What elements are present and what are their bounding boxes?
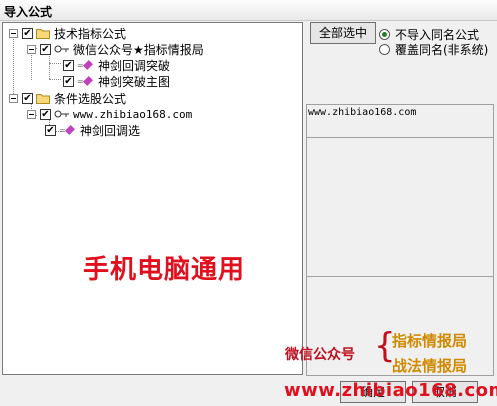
- formula-icon: =: [59, 125, 75, 135]
- svg-text:=: =: [77, 77, 84, 86]
- tree-item-formula[interactable]: ✔ = 神剑突破主图: [63, 73, 170, 89]
- tree-item-tech-formulas[interactable]: ✔ 技术指标公式: [9, 25, 126, 41]
- promo-line-1: 指标情报局: [392, 332, 468, 350]
- info-text: www.zhibiao168.com: [308, 107, 417, 118]
- radio-icon[interactable]: [379, 43, 390, 55]
- option-overwrite-same-name[interactable]: 覆盖同名(非系统): [379, 42, 489, 57]
- tree-item-label: 神剑突破主图: [98, 74, 171, 89]
- wechat-label: 微信公众号: [285, 347, 355, 363]
- formula-icon: =: [77, 60, 93, 70]
- tree-item-label: 神剑回调选: [80, 123, 141, 138]
- tree-checkbox[interactable]: ✔: [40, 108, 51, 120]
- folder-icon: [36, 93, 50, 104]
- formula-tree[interactable]: ✔ 技术指标公式 ✔ 微信公众号★指标情报局 ✔ = 神剑回调突破 ✔ = 神剑…: [2, 22, 303, 375]
- tree-item-wechat-source[interactable]: ✔ 微信公众号★指标情报局: [27, 41, 204, 57]
- collapse-toggle-icon[interactable]: [9, 93, 18, 103]
- tree-item-site-source[interactable]: ✔ www.zhibiao168.com: [27, 106, 193, 122]
- promo-line-2: 战法情报局: [392, 357, 468, 375]
- title-bar: 导入公式: [0, 0, 497, 21]
- tree-line: [13, 36, 14, 98]
- window-title: 导入公式: [4, 5, 53, 19]
- tree-item-formula[interactable]: ✔ = 神剑回调突破: [63, 57, 170, 73]
- tree-item-label: 微信公众号★指标情报局: [73, 42, 204, 57]
- tree-item-label: 神剑回调突破: [98, 58, 171, 73]
- tree-item-label: www.zhibiao168.com: [73, 107, 193, 121]
- tree-line: [49, 79, 61, 80]
- tree-checkbox[interactable]: ✔: [22, 27, 33, 39]
- info-panel: www.zhibiao168.com: [306, 104, 494, 138]
- promo-url: www.zhibiao168.com: [284, 380, 497, 401]
- tree-checkbox[interactable]: ✔: [45, 124, 56, 136]
- watermark-text: 手机电脑通用: [83, 255, 246, 285]
- tree-checkbox[interactable]: ✔: [63, 75, 74, 87]
- tree-item-label: 条件选股公式: [54, 91, 127, 106]
- tree-line: [49, 63, 61, 64]
- tree-checkbox[interactable]: ✔: [22, 92, 33, 104]
- collapse-toggle-icon[interactable]: [27, 109, 36, 119]
- collapse-toggle-icon[interactable]: [27, 44, 36, 54]
- tree-checkbox[interactable]: ✔: [63, 59, 74, 71]
- svg-text:=: =: [77, 61, 84, 70]
- option-skip-same-name[interactable]: 不导入同名公式: [379, 27, 479, 42]
- select-all-button[interactable]: 全部选中: [310, 22, 376, 44]
- collapse-toggle-icon[interactable]: [9, 28, 18, 38]
- radio-icon[interactable]: [379, 28, 390, 40]
- svg-text:=: =: [59, 126, 66, 135]
- tree-item-formula[interactable]: ✔ = 神剑回调选: [45, 122, 140, 138]
- option-label: 覆盖同名(非系统): [395, 42, 489, 57]
- key-icon: [54, 45, 69, 53]
- tree-item-screen-formulas[interactable]: ✔ 条件选股公式: [9, 90, 126, 106]
- preview-panel: [306, 137, 494, 277]
- folder-icon: [36, 28, 50, 39]
- formula-icon: =: [77, 76, 93, 86]
- key-icon: [54, 110, 69, 118]
- tree-item-label: 技术指标公式: [54, 26, 127, 41]
- tree-checkbox[interactable]: ✔: [40, 43, 51, 55]
